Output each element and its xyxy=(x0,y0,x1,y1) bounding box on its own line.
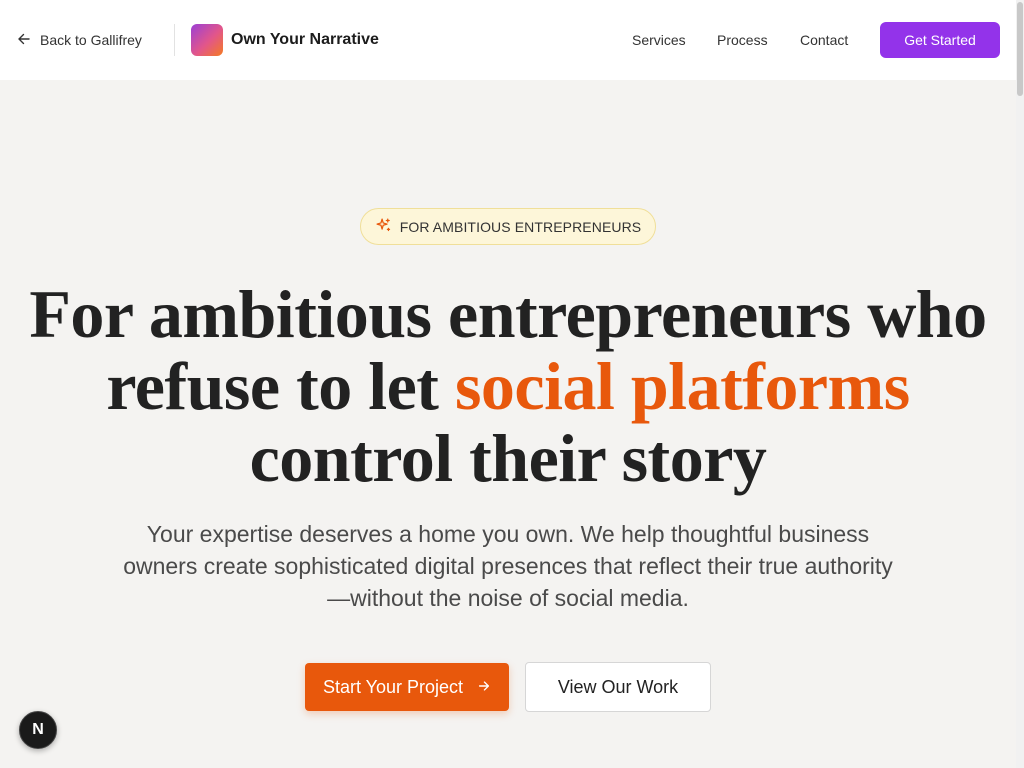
site-header: Back to Gallifrey Own Your Narrative Ser… xyxy=(0,0,1016,80)
scrollbar-thumb[interactable] xyxy=(1017,2,1023,96)
start-project-button[interactable]: Start Your Project xyxy=(305,663,509,711)
nav-services[interactable]: Services xyxy=(632,30,686,50)
hero-subtext: Your expertise deserves a home you own. … xyxy=(123,521,893,611)
get-started-button[interactable]: Get Started xyxy=(880,22,1000,58)
hero-headline: For ambitious entrepreneurs who refuse t… xyxy=(0,278,1016,494)
back-link-label: Back to Gallifrey xyxy=(40,32,142,48)
arrow-right-icon xyxy=(477,677,491,698)
brand[interactable]: Own Your Narrative xyxy=(191,24,379,56)
back-link[interactable]: Back to Gallifrey xyxy=(16,28,142,52)
start-project-label: Start Your Project xyxy=(322,676,464,697)
header-divider xyxy=(174,24,175,56)
sparkles-icon xyxy=(375,217,392,237)
brand-name: Own Your Narrative xyxy=(231,31,379,48)
dev-indicator-button[interactable]: N xyxy=(19,711,57,749)
nav-process[interactable]: Process xyxy=(717,30,768,50)
headline-text-end: control their story xyxy=(249,420,767,496)
hero-badge: FOR AMBITIOUS ENTREPRENEURS xyxy=(360,208,656,245)
nav-contact[interactable]: Contact xyxy=(800,30,848,50)
page-scrollbar[interactable] xyxy=(1016,0,1024,768)
brand-logo xyxy=(191,24,223,56)
hero-section: FOR AMBITIOUS ENTREPRENEURS For ambitiou… xyxy=(0,80,1016,768)
hero-badge-label: FOR AMBITIOUS ENTREPRENEURS xyxy=(399,218,642,235)
arrow-left-icon xyxy=(16,31,32,50)
headline-accent: social platforms xyxy=(454,348,910,424)
view-work-button[interactable]: View Our Work xyxy=(525,662,711,712)
